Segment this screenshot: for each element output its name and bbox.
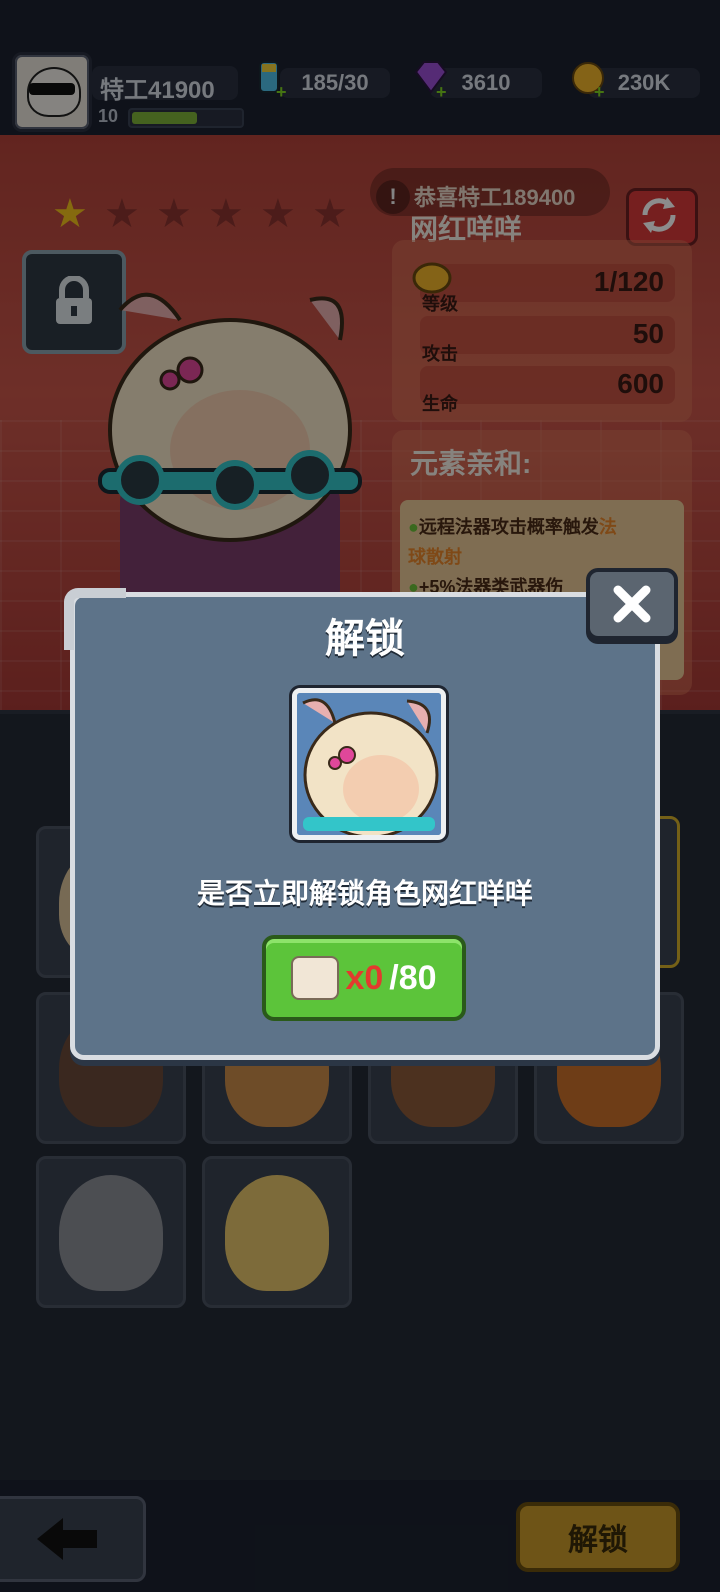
close-button[interactable] — [586, 568, 678, 640]
character-shard-icon — [291, 956, 340, 1000]
confirm-unlock-button[interactable]: x0/80 — [262, 935, 466, 1021]
dialog-question: 是否立即解锁角色网红咩咩 — [196, 878, 533, 909]
dialog-title: 解锁 — [325, 617, 405, 661]
shard-owned: x0 — [345, 958, 384, 997]
character-portrait — [292, 688, 446, 840]
close-icon — [613, 585, 651, 623]
shard-required: /80 — [389, 958, 437, 997]
